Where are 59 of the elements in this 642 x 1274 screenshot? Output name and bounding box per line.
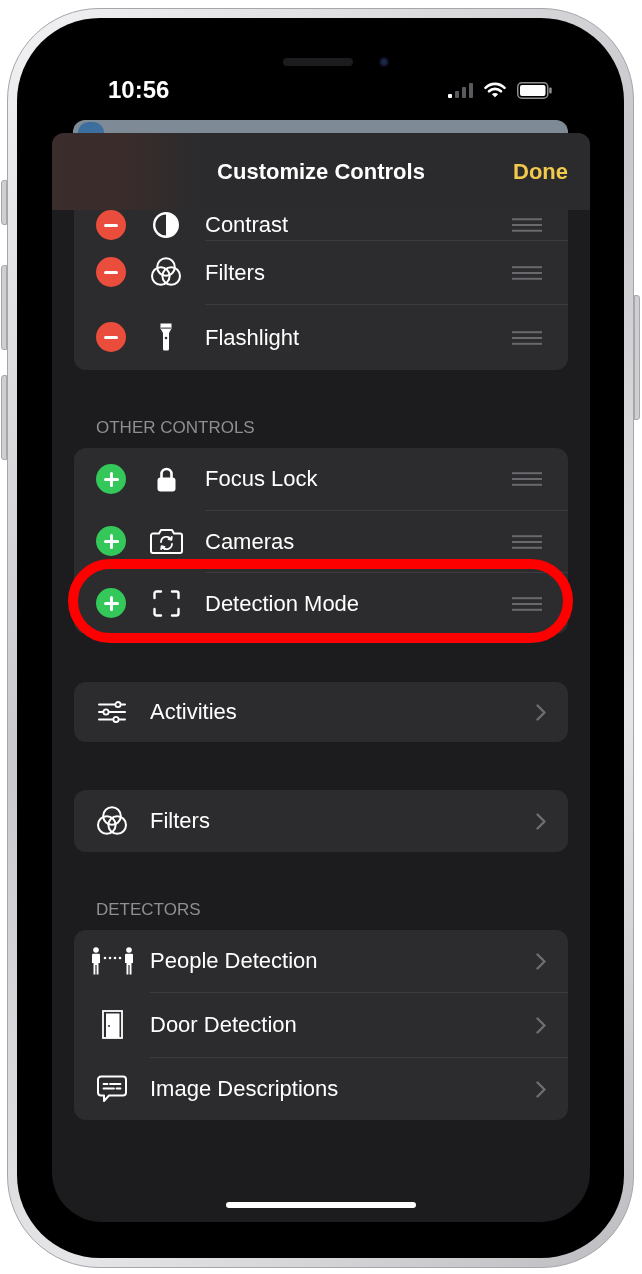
lock-icon	[156, 466, 176, 492]
control-label: Flashlight	[205, 324, 300, 351]
people-icon	[90, 947, 134, 975]
minus-icon	[104, 335, 118, 339]
speaker-grille	[283, 58, 353, 66]
side-button[interactable]	[1, 375, 7, 460]
chevron-right-icon	[536, 1016, 546, 1034]
chevron-right-icon	[536, 812, 546, 830]
done-button[interactable]: Done	[513, 158, 568, 185]
speech-bubble-icon	[97, 1074, 127, 1103]
plus-icon	[103, 533, 119, 549]
add-button[interactable]	[96, 588, 126, 618]
status-time: 10:56	[108, 78, 170, 102]
side-button[interactable]	[1, 180, 7, 225]
chevron-right-icon	[536, 703, 546, 721]
chevron-right-icon	[536, 952, 546, 970]
add-button[interactable]	[96, 526, 126, 556]
corner-brackets-icon	[152, 589, 180, 617]
three-circles-icon	[97, 806, 127, 836]
minus-icon	[104, 270, 118, 274]
minus-icon	[104, 223, 118, 227]
menu-row[interactable]: Filters	[74, 790, 568, 852]
signal-icon	[448, 82, 473, 98]
wifi-icon	[484, 82, 506, 98]
plus-icon	[103, 471, 119, 487]
control-label: Focus Lock	[205, 466, 318, 492]
menu-row[interactable]: People Detection	[74, 930, 568, 992]
drag-handle-icon[interactable]	[512, 265, 542, 280]
add-button[interactable]	[96, 464, 126, 494]
sheet-title: Customize Controls	[217, 158, 425, 185]
menu-row[interactable]: Activities	[74, 682, 568, 742]
camera-rotate-icon	[149, 528, 183, 554]
drag-handle-icon[interactable]	[512, 330, 542, 345]
remove-button[interactable]	[96, 257, 126, 287]
plus-icon	[103, 595, 119, 611]
sliders-icon	[98, 701, 126, 723]
door-icon	[101, 1010, 123, 1039]
control-label: Detection Mode	[205, 590, 360, 617]
flashlight-icon	[160, 323, 172, 351]
three-circles-icon	[151, 257, 181, 287]
remove-button[interactable]	[96, 210, 126, 240]
menu-row[interactable]: Image Descriptions	[74, 1057, 568, 1120]
section-header: OTHER CONTROLS	[95, 418, 256, 438]
drag-handle-icon[interactable]	[512, 596, 542, 611]
menu-row[interactable]: Door Detection	[74, 992, 568, 1057]
front-camera-icon	[379, 57, 389, 67]
remove-button[interactable]	[96, 322, 126, 352]
drag-handle-icon[interactable]	[512, 534, 542, 549]
control-label: Contrast	[205, 212, 289, 238]
control-label: Cameras	[205, 528, 295, 555]
section-header: DETECTORS	[95, 900, 202, 920]
side-button[interactable]	[1, 265, 7, 350]
side-button[interactable]	[634, 295, 640, 420]
drag-handle-icon[interactable]	[512, 472, 542, 486]
chevron-right-icon	[536, 1080, 546, 1098]
drag-handle-icon[interactable]	[512, 218, 542, 232]
battery-icon	[517, 81, 552, 99]
half-circle-icon	[153, 212, 179, 238]
control-label: Filters	[205, 259, 265, 286]
